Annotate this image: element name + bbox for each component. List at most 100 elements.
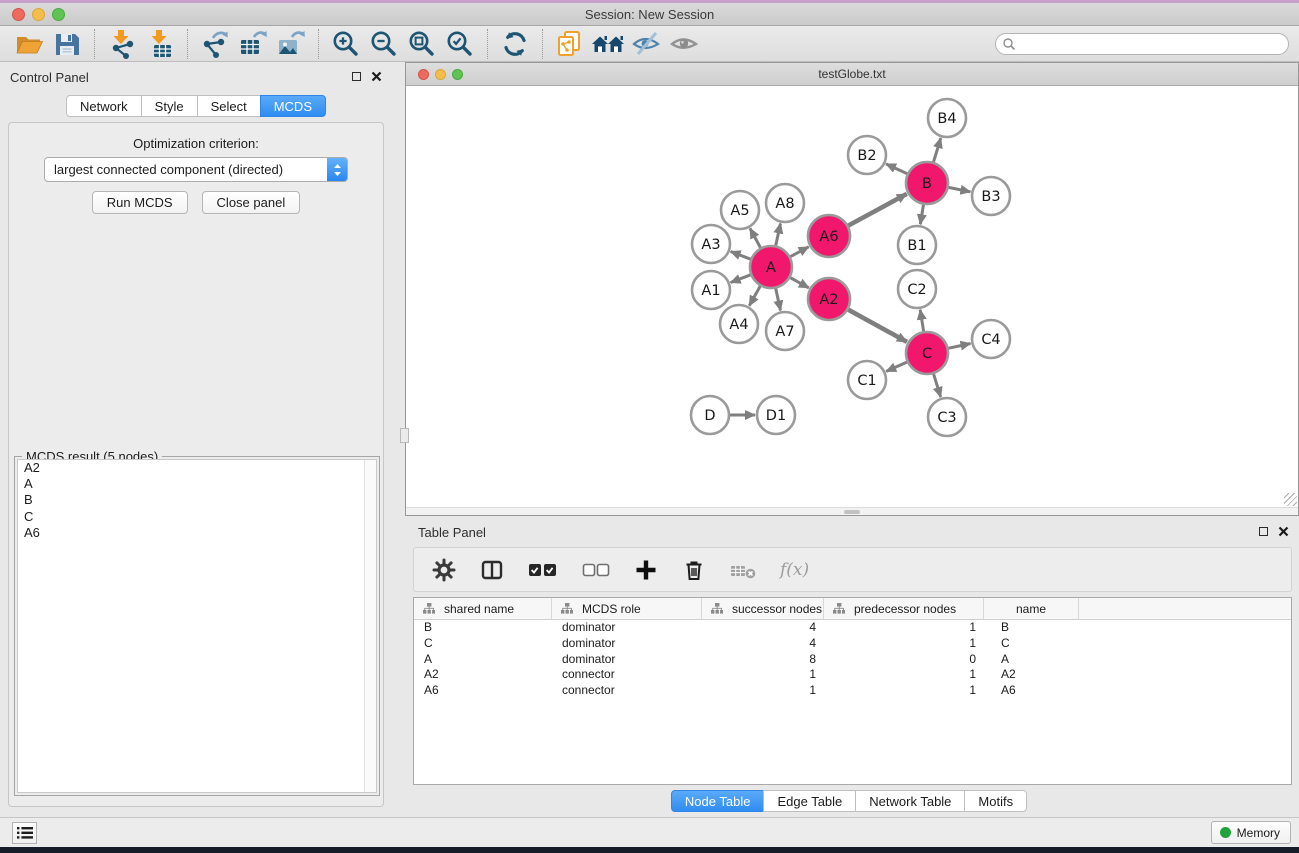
table-cell[interactable]: C xyxy=(414,636,552,652)
close-panel-button[interactable]: Close panel xyxy=(202,191,301,214)
table-cell[interactable]: 1 xyxy=(824,683,984,699)
show-graphics-details-button[interactable] xyxy=(665,28,703,60)
unselect-all-columns-icon[interactable] xyxy=(582,562,610,578)
import-table-button[interactable] xyxy=(141,28,179,60)
mcds-result-item[interactable]: A6 xyxy=(18,525,376,541)
close-table-panel-icon[interactable] xyxy=(1278,526,1289,537)
graph-edge-A-A7[interactable] xyxy=(775,287,780,311)
criterion-dropdown[interactable]: largest connected component (directed) xyxy=(44,157,348,182)
network-hscroll-thumb[interactable] xyxy=(844,510,860,514)
graph-edge-A-A2[interactable] xyxy=(789,277,809,288)
import-network-button[interactable] xyxy=(103,28,141,60)
float-panel-icon[interactable] xyxy=(352,72,361,81)
graph-edge-C-C4[interactable] xyxy=(947,344,971,349)
mcds-result-item[interactable]: C xyxy=(18,509,376,525)
graph-edge-A-A1[interactable] xyxy=(731,274,753,282)
table-cell[interactable]: 8 xyxy=(702,652,824,668)
delete-icon[interactable] xyxy=(682,558,706,582)
graph-edge-A2-C[interactable] xyxy=(847,309,907,342)
table-cell[interactable]: A2 xyxy=(414,667,552,683)
add-icon[interactable] xyxy=(634,558,658,582)
zoom-selected-button[interactable] xyxy=(441,28,479,60)
select-all-columns-icon[interactable] xyxy=(528,561,558,579)
tab-mcds[interactable]: MCDS xyxy=(260,95,326,117)
splitter-handle[interactable] xyxy=(400,428,409,443)
col-successor-nodes[interactable]: successor nodes xyxy=(702,598,824,619)
graph-edge-B-B1[interactable] xyxy=(920,203,924,225)
table-cell[interactable]: C xyxy=(984,636,1079,652)
result-scrollbar[interactable] xyxy=(364,460,376,792)
resize-grip[interactable] xyxy=(1284,493,1297,506)
graph-edge-A6-B[interactable] xyxy=(847,194,907,227)
graph-edge-B-B4[interactable] xyxy=(933,138,941,164)
table-row[interactable]: Cdominator41C xyxy=(414,636,1291,652)
table-cell[interactable]: 4 xyxy=(702,620,824,636)
zoom-out-button[interactable] xyxy=(365,28,403,60)
open-session-button[interactable] xyxy=(10,28,48,60)
mcds-result-item[interactable]: A2 xyxy=(18,460,376,476)
clone-network-button[interactable] xyxy=(551,28,589,60)
table-cell[interactable]: dominator xyxy=(552,636,702,652)
export-image-button[interactable] xyxy=(272,28,310,60)
graph-edge-A-A8[interactable] xyxy=(775,224,780,248)
col-mcds-role[interactable]: MCDS role xyxy=(552,598,702,619)
close-panel-icon[interactable] xyxy=(371,71,382,82)
table-cell[interactable]: 1 xyxy=(702,667,824,683)
network-hscrollbar[interactable] xyxy=(406,507,1298,515)
network-canvas[interactable]: AA1A2A3A4A5A6A7A8BB1B2B3B4CC1C2C3C4DD1 xyxy=(406,86,1298,507)
tab-motifs[interactable]: Motifs xyxy=(964,790,1027,812)
col-name[interactable]: name xyxy=(984,598,1079,619)
graph-edge-A-A4[interactable] xyxy=(749,284,761,305)
table-cell[interactable]: connector xyxy=(552,667,702,683)
mcds-result-item[interactable]: B xyxy=(18,492,376,508)
table-cell[interactable]: 4 xyxy=(702,636,824,652)
table-cell[interactable]: dominator xyxy=(552,620,702,636)
table-cell[interactable]: 1 xyxy=(824,620,984,636)
table-cell[interactable]: 1 xyxy=(824,667,984,683)
table-cell[interactable]: 1 xyxy=(824,636,984,652)
table-row[interactable]: Adominator80A xyxy=(414,652,1291,668)
graph-edge-C-C1[interactable] xyxy=(886,361,909,371)
tab-network[interactable]: Network xyxy=(66,95,142,117)
table-cell[interactable]: A2 xyxy=(984,667,1079,683)
search-input[interactable] xyxy=(1016,37,1288,51)
refresh-button[interactable] xyxy=(496,28,534,60)
export-table-button[interactable] xyxy=(234,28,272,60)
table-row[interactable]: Bdominator41B xyxy=(414,620,1291,636)
table-row[interactable]: A6connector11A6 xyxy=(414,683,1291,699)
graph-edge-A-A6[interactable] xyxy=(789,247,809,258)
zoom-in-button[interactable] xyxy=(327,28,365,60)
home-button[interactable] xyxy=(589,28,627,60)
graph-edge-A-A5[interactable] xyxy=(750,228,761,249)
memory-button[interactable]: Memory xyxy=(1211,821,1291,844)
table-cell[interactable]: A6 xyxy=(984,683,1079,699)
run-mcds-button[interactable]: Run MCDS xyxy=(92,191,188,214)
table-row[interactable]: A2connector11A2 xyxy=(414,667,1291,683)
export-network-button[interactable] xyxy=(196,28,234,60)
columns-view-icon[interactable] xyxy=(480,558,504,582)
table-cell[interactable]: B xyxy=(984,620,1079,636)
table-cell[interactable]: 1 xyxy=(702,683,824,699)
gear-icon[interactable] xyxy=(432,558,456,582)
table-cell[interactable]: A xyxy=(414,652,552,668)
tab-node-table[interactable]: Node Table xyxy=(671,790,765,812)
mcds-result-item[interactable]: A xyxy=(18,476,376,492)
network-window-title-bar[interactable]: testGlobe.txt xyxy=(406,63,1298,86)
graph-edge-B-B3[interactable] xyxy=(947,187,971,192)
table-cell[interactable]: A xyxy=(984,652,1079,668)
table-cell[interactable]: connector xyxy=(552,683,702,699)
float-table-panel-icon[interactable] xyxy=(1259,527,1268,536)
table-cell[interactable]: 0 xyxy=(824,652,984,668)
table-cell[interactable]: dominator xyxy=(552,652,702,668)
graph-edge-B-B2[interactable] xyxy=(886,164,909,175)
col-predecessor-nodes[interactable]: predecessor nodes xyxy=(824,598,984,619)
hide-graphics-details-button[interactable] xyxy=(627,28,665,60)
task-history-button[interactable] xyxy=(12,822,37,844)
save-session-button[interactable] xyxy=(48,28,86,60)
graph-edge-A-A3[interactable] xyxy=(731,252,753,260)
graph-edge-C-C2[interactable] xyxy=(920,310,924,334)
table-cell[interactable]: B xyxy=(414,620,552,636)
tab-style[interactable]: Style xyxy=(141,95,198,117)
graph-edge-C-C3[interactable] xyxy=(933,372,941,397)
table-cell[interactable]: A6 xyxy=(414,683,552,699)
